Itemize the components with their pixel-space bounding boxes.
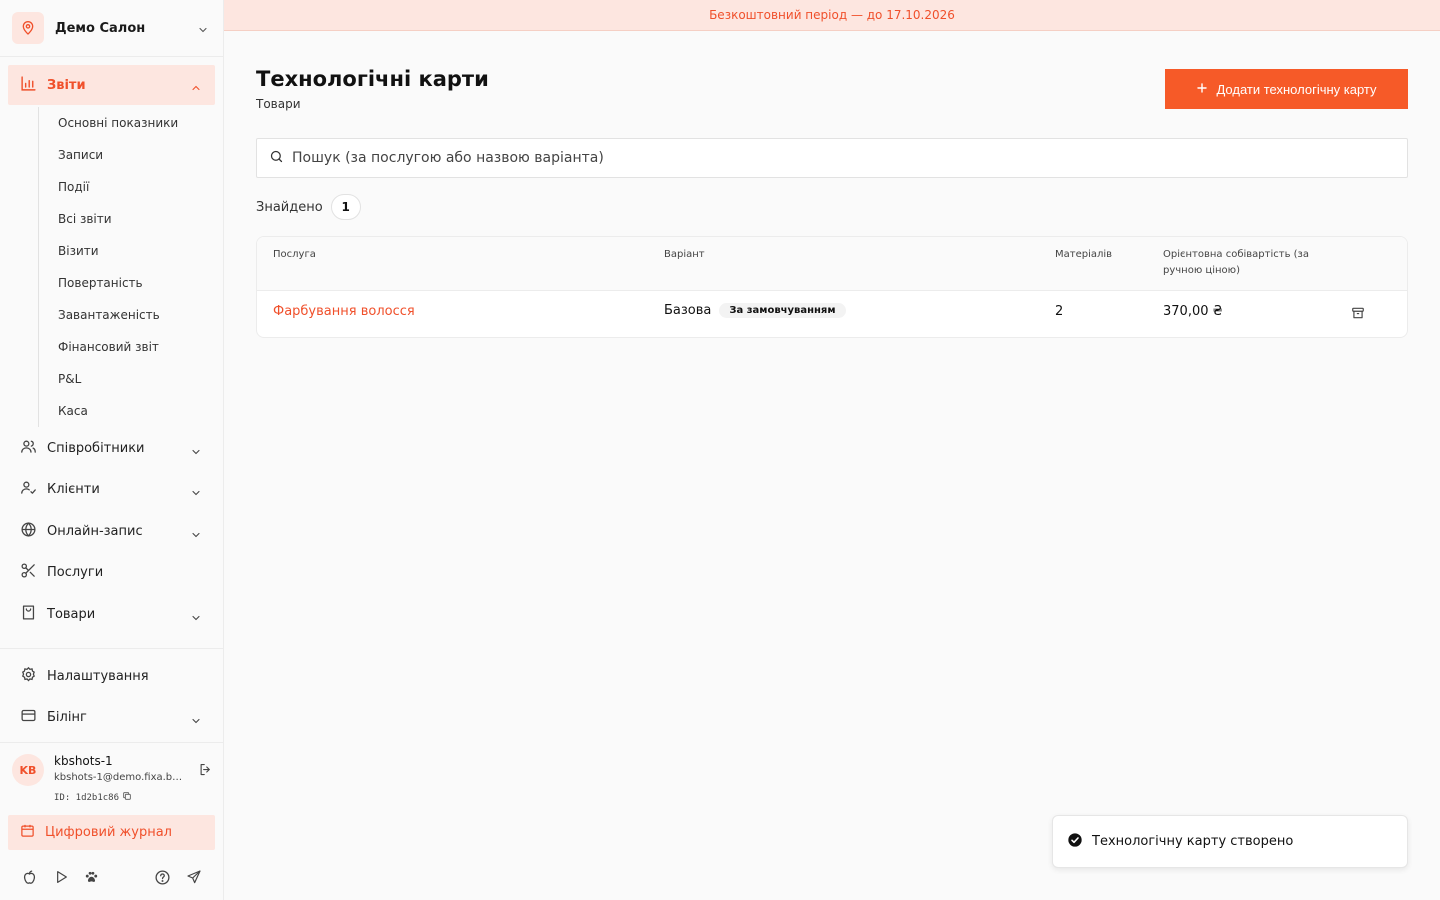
search-icon [269,149,284,168]
search-box [256,138,1408,178]
sidebar-item-label: Співробітники [47,440,145,456]
sidebar-item-goods[interactable]: Товари [8,595,215,633]
subnav-item-main-indicators[interactable]: Основні показники [39,107,215,139]
send-icon[interactable] [186,869,202,889]
table-header: Послуга Варіант Матеріалів Орієнтовна со… [257,237,1407,291]
sidebar-footer [0,866,223,892]
globe-icon [20,521,37,542]
digital-journal-button[interactable]: Цифровий журнал [8,815,215,850]
page-subtitle: Товари [256,97,301,111]
users-icon [20,438,37,459]
sidebar-item-staff[interactable]: Співробітники [8,429,215,467]
materials-cell: 2 [1055,304,1064,319]
sidebar-item-billing[interactable]: Білінг [8,698,215,736]
subnav-item-financial-report[interactable]: Фінансовий звіт [39,331,215,363]
salon-switcher[interactable]: Демо Салон [0,0,223,57]
sidebar-item-label: Онлайн-запис [47,523,143,539]
success-toast: Технологічну карту створено [1052,815,1408,868]
bar-chart-icon [20,75,37,96]
map-pin-icon [12,12,44,44]
chevron-down-icon [190,609,202,628]
play-icon[interactable] [53,869,69,889]
chevron-down-icon [197,21,209,40]
add-tech-card-button[interactable]: Додати технологічну карту [1165,69,1408,109]
default-badge: За замовчуванням [719,303,846,318]
add-tech-card-label: Додати технологічну карту [1216,81,1377,97]
paw-icon[interactable] [83,869,100,890]
sidebar-item-clients[interactable]: Клієнти [8,470,215,508]
variant-name: Базова [664,303,712,318]
sidebar-item-label: Білінг [47,709,87,725]
archive-icon[interactable] [1351,305,1365,324]
subnav-item-occupancy[interactable]: Завантаженість [39,299,215,331]
chevron-up-icon [190,79,202,98]
shopping-bag-icon [20,604,37,625]
chevron-down-icon [190,526,202,545]
sidebar-item-services[interactable]: Послуги [8,553,215,591]
found-count-badge: 1 [330,194,361,220]
toast-message: Технологічну карту створено [1092,834,1294,849]
page-title: Технологічні карти [256,67,489,91]
reports-submenu: Основні показники Записи Події Всі звіти… [38,107,215,427]
sidebar-item-label: Товари [47,606,96,622]
subnav-item-events[interactable]: Події [39,171,215,203]
calendar-icon [20,823,35,842]
user-profile: KB kbshots-1 kbshots-1@demo.fixa.booking… [12,752,217,808]
subnav-item-cash[interactable]: Каса [39,395,215,427]
subnav-item-visits[interactable]: Візити [39,235,215,267]
cost-cell: 370,00 ₴ [1163,304,1223,319]
subnav-item-appointments[interactable]: Записи [39,139,215,171]
sidebar-divider [0,742,223,743]
sidebar-item-online-booking[interactable]: Онлайн-запис [8,512,215,550]
service-link[interactable]: Фарбування волосся [273,304,415,319]
chevron-down-icon [190,484,202,503]
scissors-icon [20,562,37,583]
logout-icon[interactable] [198,762,213,781]
sidebar-item-label: Звіти [47,77,86,93]
sidebar-divider [0,648,223,649]
column-header-cost: Орієнтовна собівартість (за ручною ціною… [1163,249,1309,276]
digital-journal-label: Цифровий журнал [45,825,172,840]
copy-icon[interactable] [122,791,132,804]
subnav-item-retention[interactable]: Повертаність [39,267,215,299]
results-count: Знайдено 1 [256,194,361,220]
chevron-down-icon [190,712,202,731]
subnav-item-pnl[interactable]: P&L [39,363,215,395]
apple-icon[interactable] [21,869,38,890]
user-id-value: ID: 1d2b1c86 [54,792,120,803]
user-check-icon [20,479,37,500]
variant-cell: Базова За замовчуванням [664,303,846,318]
user-id: ID: 1d2b1c86 [54,791,132,804]
trial-banner: Безкоштовний період — до 17.10.2026 [224,0,1440,31]
avatar: KB [12,754,44,786]
column-header-variant: Варіант [664,249,705,260]
salon-name: Демо Салон [55,20,146,36]
sidebar-item-settings[interactable]: Налаштування [8,657,215,695]
check-circle-icon [1067,832,1083,852]
user-email: kbshots-1@demo.fixa.booking [54,772,184,783]
credit-card-icon [20,707,37,728]
user-name: kbshots-1 [54,754,113,768]
column-header-materials: Матеріалів [1055,249,1113,260]
sidebar-item-label: Налаштування [47,668,149,684]
chevron-down-icon [190,443,202,462]
sidebar-item-reports[interactable]: Звіти [8,65,215,105]
sidebar: Демо Салон Звіти Основні показники Запис… [0,0,224,900]
gear-icon [20,666,37,687]
sidebar-item-label: Клієнти [47,481,100,497]
subnav-item-all-reports[interactable]: Всі звіти [39,203,215,235]
help-icon[interactable] [154,869,171,890]
sidebar-item-label: Послуги [47,564,104,580]
plus-icon [1196,82,1208,97]
search-input[interactable] [292,150,1292,166]
column-header-service: Послуга [273,249,316,260]
tech-cards-table: Послуга Варіант Матеріалів Орієнтовна со… [256,236,1408,338]
found-label: Знайдено [256,199,323,215]
